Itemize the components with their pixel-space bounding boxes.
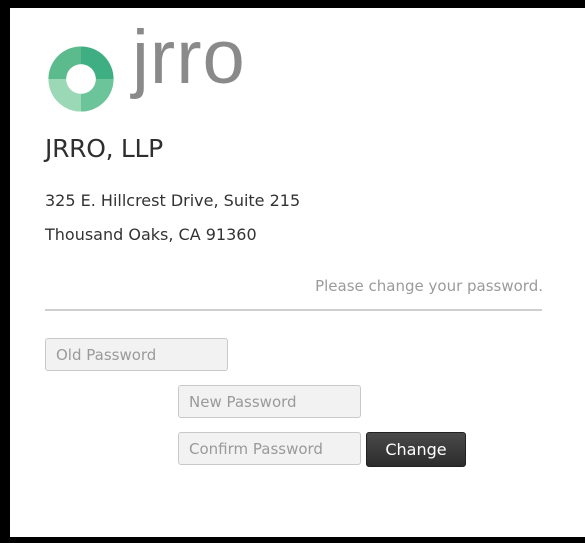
confirm-password-input[interactable]	[178, 432, 361, 465]
login-panel: jrro JRRO, LLP 325 E. Hillcrest Drive, S…	[0, 0, 585, 543]
address-line-2: Thousand Oaks, CA 91360	[45, 225, 257, 244]
old-password-input[interactable]	[45, 338, 228, 371]
change-password-button[interactable]: Change	[366, 432, 466, 467]
new-password-input[interactable]	[178, 385, 361, 418]
change-password-prompt: Please change your password.	[315, 277, 543, 295]
company-name: JRRO, LLP	[45, 134, 163, 163]
company-logo: jrro	[44, 20, 284, 126]
logo-wordmark: jrro	[132, 15, 246, 100]
logo-mark-icon	[48, 46, 114, 112]
address-line-1: 325 E. Hillcrest Drive, Suite 215	[45, 191, 301, 210]
divider	[45, 309, 542, 311]
